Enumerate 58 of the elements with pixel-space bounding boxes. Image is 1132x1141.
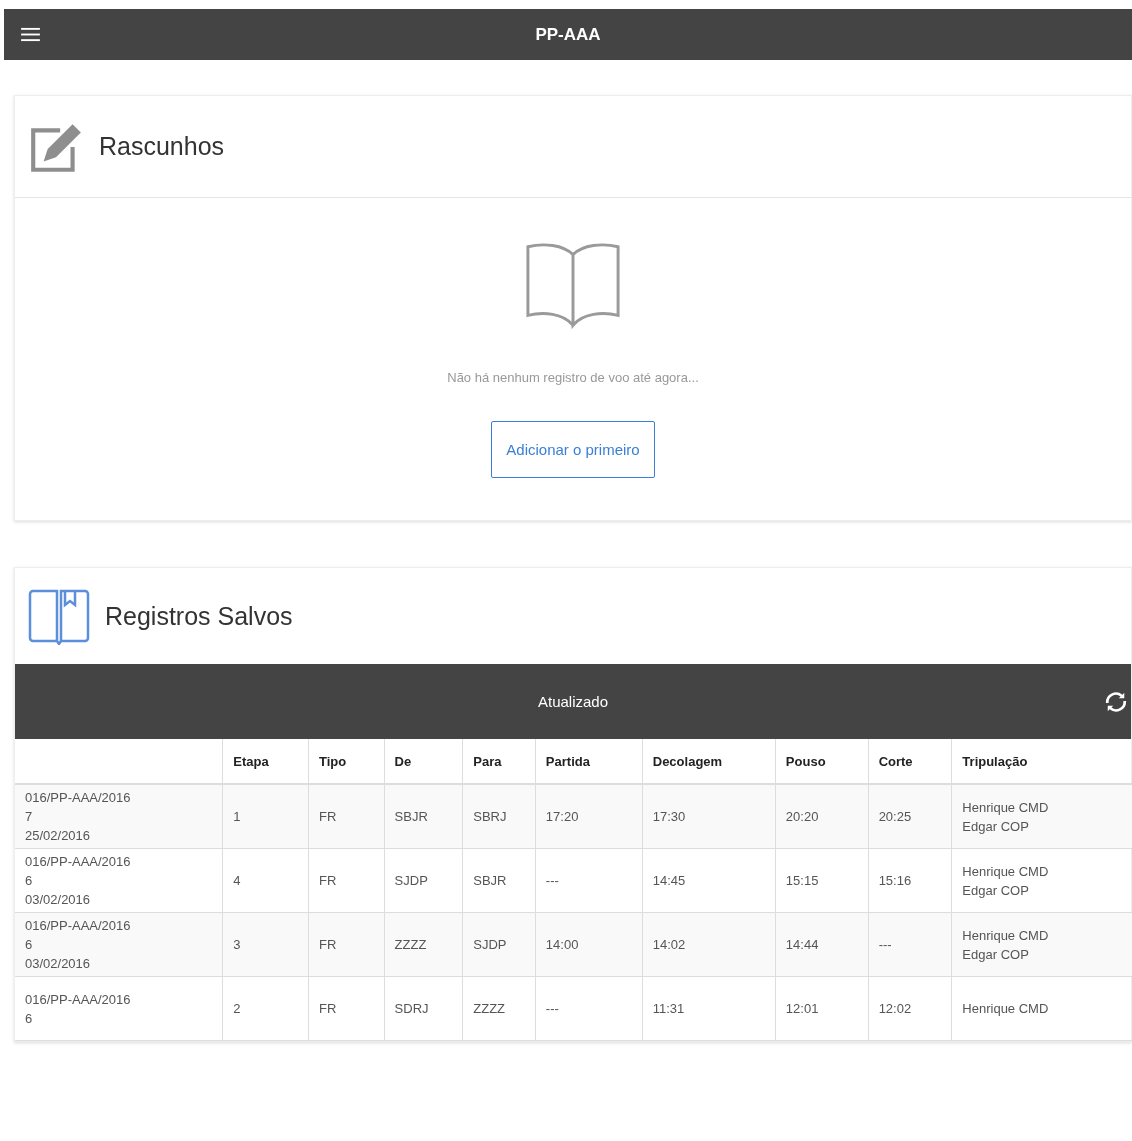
table-cell: 016/PP-AAA/2016 7 25/02/2016 bbox=[15, 784, 223, 849]
card-title: Registros Salvos bbox=[105, 601, 293, 631]
table-cell: 11:31 bbox=[642, 976, 776, 1041]
table-cell: 016/PP-AAA/2016 6 03/02/2016 bbox=[15, 848, 223, 913]
menu-icon[interactable] bbox=[21, 27, 40, 42]
table-cell: Henrique CMD Edgar COP bbox=[951, 848, 1132, 913]
table-cell: 14:45 bbox=[642, 848, 776, 913]
table-cell: SBJR bbox=[384, 784, 463, 849]
table-cell: 17:20 bbox=[535, 784, 643, 849]
app-title: PP-AAA bbox=[535, 24, 601, 45]
table-cell: SDRJ bbox=[384, 976, 463, 1041]
table-cell: 14:00 bbox=[535, 912, 643, 977]
table-cell: ZZZZ bbox=[384, 912, 463, 977]
table-cell: 15:16 bbox=[868, 848, 952, 913]
table-cell: --- bbox=[535, 848, 643, 913]
table-cell: ZZZZ bbox=[462, 976, 536, 1041]
table-cell: 20:20 bbox=[775, 784, 869, 849]
table-cell: 1 bbox=[222, 784, 309, 849]
column-header: Para bbox=[473, 753, 502, 769]
column-header: Corte bbox=[878, 753, 913, 769]
column-header: Decolagem bbox=[652, 753, 723, 769]
table-cell: 15:15 bbox=[775, 848, 869, 913]
table-cell: Henrique CMD bbox=[951, 976, 1132, 1041]
column-header: Etapa bbox=[233, 753, 269, 769]
bookmark-book-icon bbox=[27, 587, 91, 645]
table-cell: 12:01 bbox=[775, 976, 869, 1041]
table-cell: 016/PP-AAA/2016 6 bbox=[15, 976, 223, 1041]
table-cell: SBRJ bbox=[462, 784, 536, 849]
status-text: Atualizado bbox=[537, 693, 609, 710]
column-header: Pouso bbox=[785, 753, 826, 769]
table-cell: SJDP bbox=[462, 912, 536, 977]
table-cell: SJDP bbox=[384, 848, 463, 913]
table-cell: SBJR bbox=[462, 848, 536, 913]
table-cell: --- bbox=[868, 912, 952, 977]
column-header: Tripulação bbox=[962, 753, 1028, 769]
table-cell: 12:02 bbox=[868, 976, 952, 1041]
table-cell: 3 bbox=[222, 912, 309, 977]
refresh-icon[interactable] bbox=[1105, 690, 1127, 713]
table-cell: Henrique CMD Edgar COP bbox=[951, 784, 1132, 849]
table-cell: 17:30 bbox=[642, 784, 776, 849]
column-header: Tipo bbox=[318, 753, 347, 769]
column-header: Partida bbox=[545, 753, 590, 769]
table-cell: --- bbox=[535, 976, 643, 1041]
table-cell: 14:44 bbox=[775, 912, 869, 977]
table-cell: FR bbox=[308, 976, 385, 1041]
card-title: Rascunhos bbox=[99, 132, 225, 161]
table-cell: FR bbox=[308, 848, 385, 913]
table-cell: 2 bbox=[222, 976, 309, 1041]
column-header: De bbox=[394, 753, 412, 769]
add-first-button[interactable]: Adicionar o primeiro bbox=[491, 421, 655, 478]
table-cell: 20:25 bbox=[868, 784, 952, 849]
table-cell: 14:02 bbox=[642, 912, 776, 977]
table-cell: FR bbox=[308, 784, 385, 849]
table-cell: Henrique CMD Edgar COP bbox=[951, 912, 1132, 977]
table-cell: 4 bbox=[222, 848, 309, 913]
table-cell: FR bbox=[308, 912, 385, 977]
table-cell: 016/PP-AAA/2016 6 03/02/2016 bbox=[15, 912, 223, 977]
empty-message: Não há nenhum registro de voo até agora... bbox=[447, 370, 699, 385]
